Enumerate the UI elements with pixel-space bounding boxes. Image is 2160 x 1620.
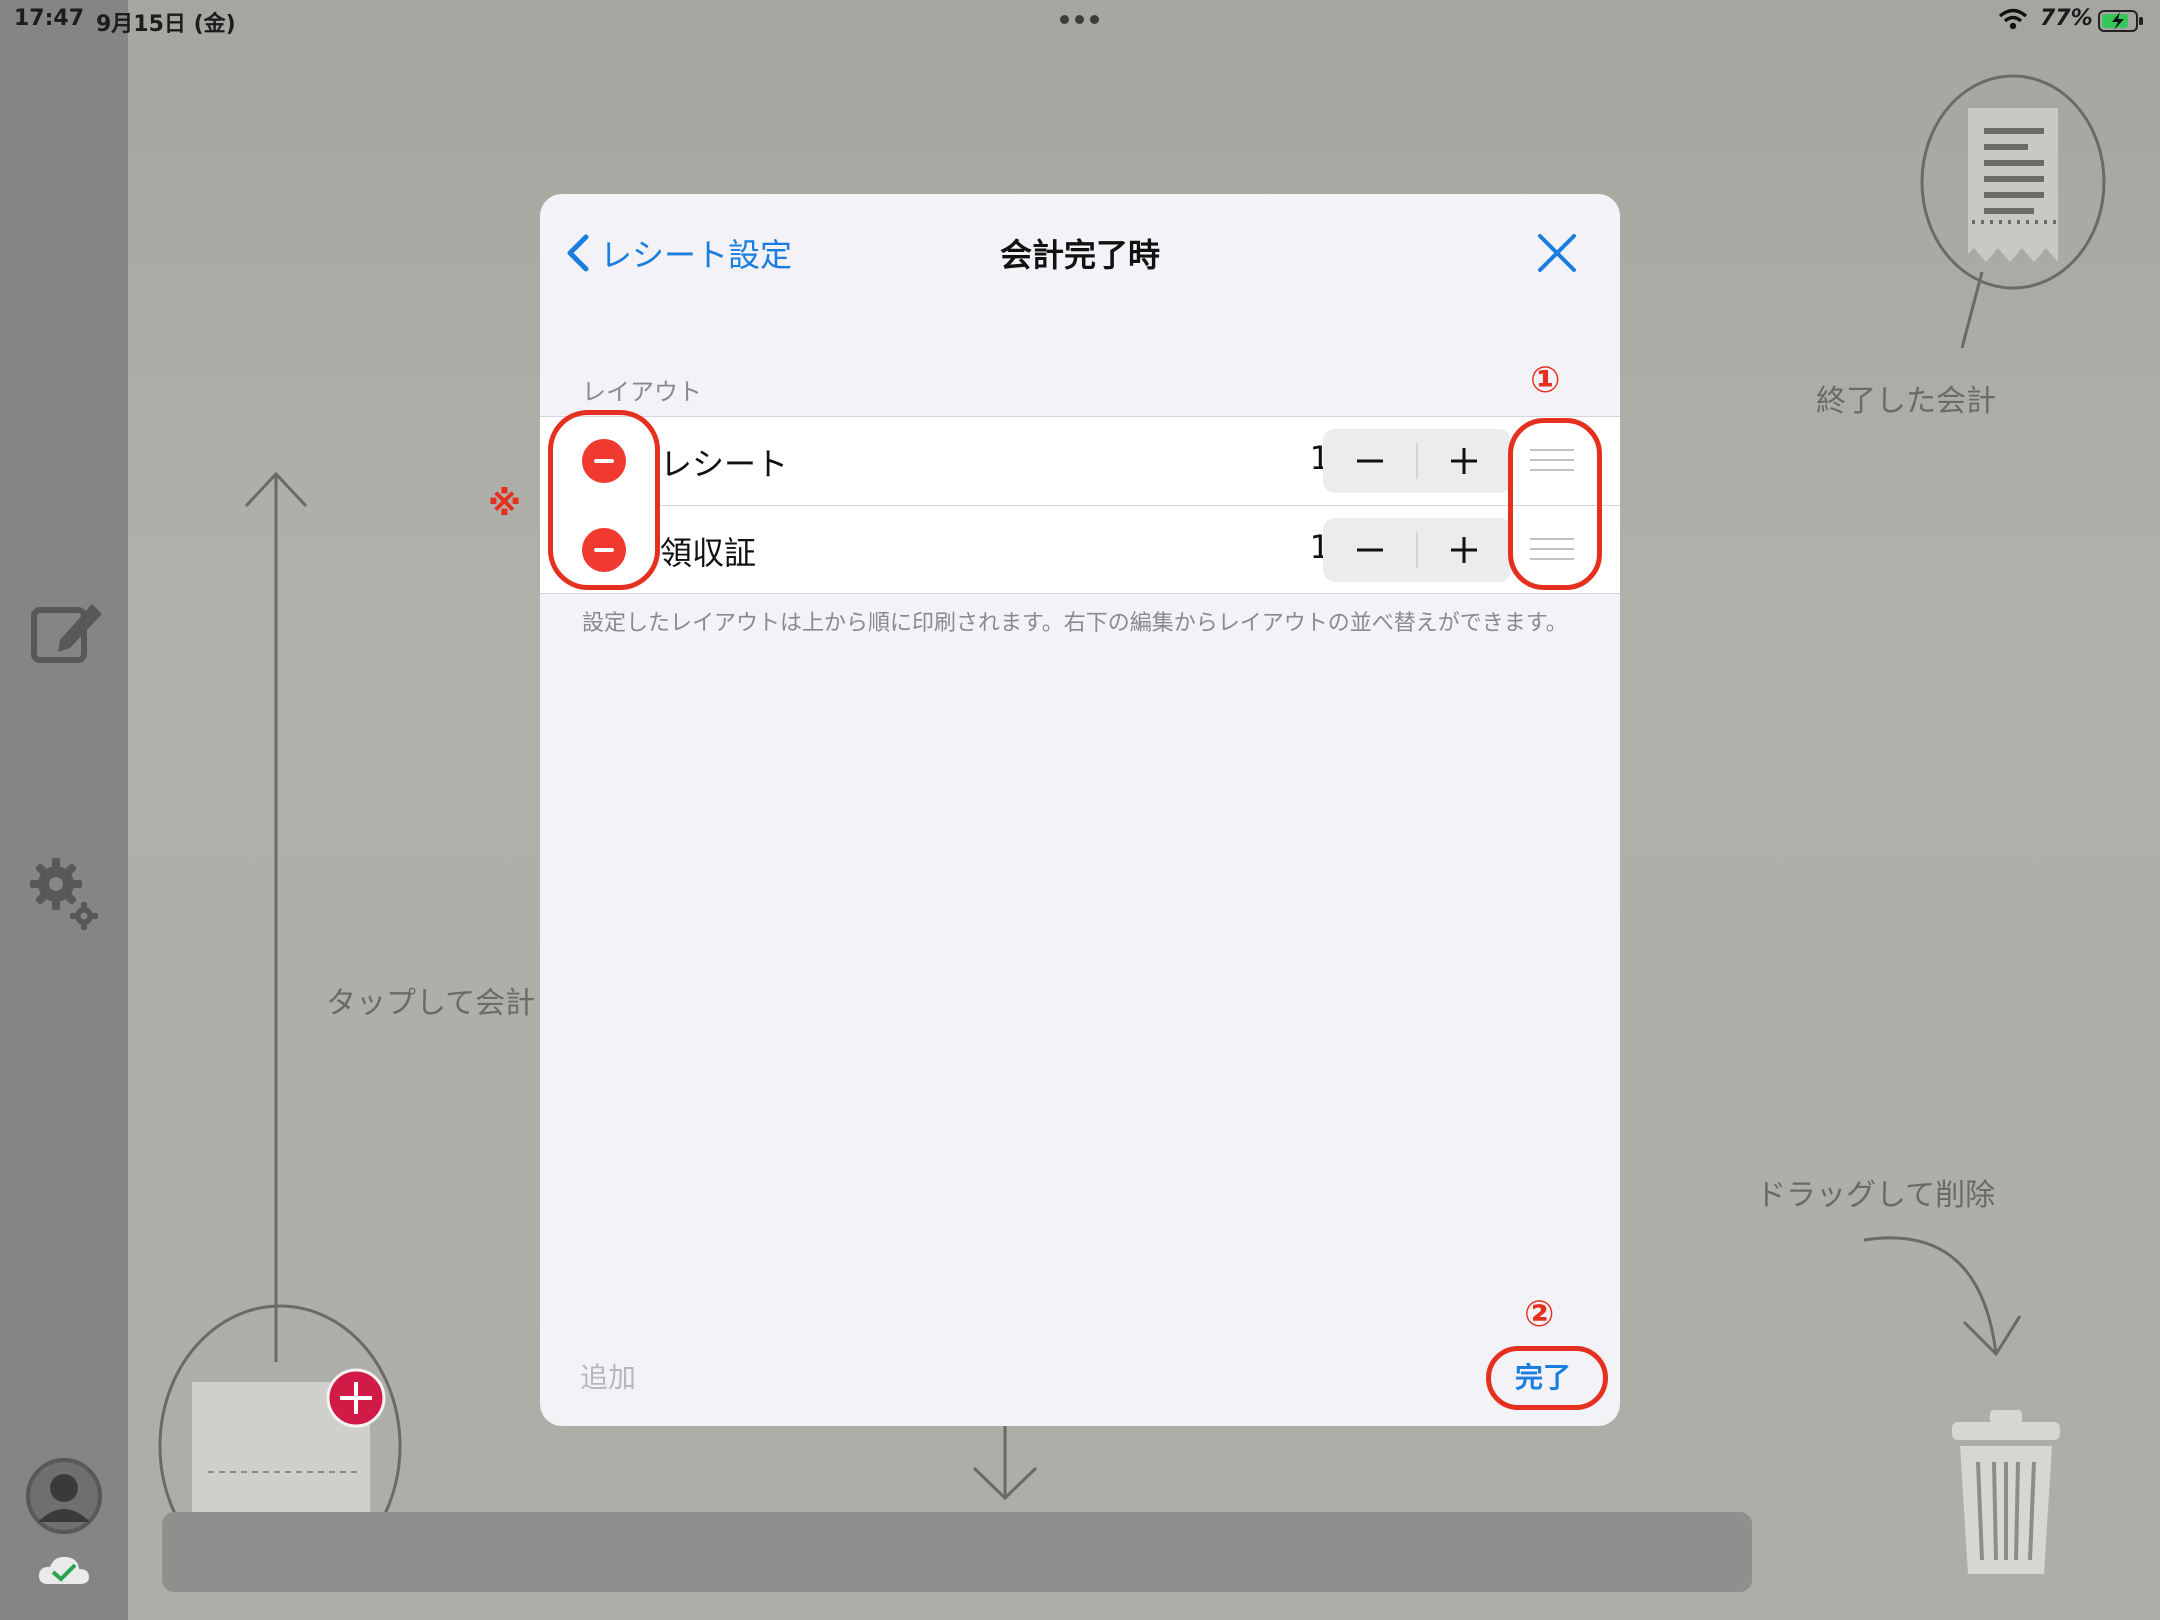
layout-list: レシート 1 領収証 1 <box>540 416 1620 594</box>
annotation-grip-highlight <box>1508 418 1602 590</box>
tap-label: タップして会計 <box>326 986 536 1021</box>
row-label: レシート <box>660 445 789 483</box>
curved-arrow-illustration <box>1863 1236 2022 1357</box>
section-header: レイアウト <box>582 378 702 406</box>
annotation-done-highlight <box>1486 1346 1608 1410</box>
annotation-delete-highlight <box>548 410 660 590</box>
stepper-plus-button[interactable] <box>1417 429 1511 493</box>
status-bar: 17:47 9月15日 (金) 77% <box>0 0 2160 40</box>
row-label: 領収証 <box>660 534 757 572</box>
add-button[interactable]: 追加 <box>580 1356 636 1396</box>
close-icon[interactable] <box>1532 228 1582 278</box>
row-count: 1 <box>1309 528 1330 566</box>
avatar-icon[interactable] <box>24 1456 104 1536</box>
annotation-marker-1: ① <box>1530 360 1561 401</box>
trash-icon[interactable] <box>1948 1408 2064 1578</box>
layout-settings-modal: レシート設定 会計完了時 レイアウト レシート 1 領収証 1 設定したレイアウ… <box>540 194 1620 1426</box>
cloud-sync-icon <box>38 1556 89 1584</box>
down-arrow-illustration <box>972 1426 1038 1501</box>
battery-charging-icon <box>2098 10 2143 32</box>
modal-title: 会計完了時 <box>999 236 1160 274</box>
list-item: 領収証 1 <box>540 506 1620 594</box>
quantity-stepper <box>1323 429 1511 493</box>
multitasking-dots-icon[interactable] <box>1058 6 1102 32</box>
battery-percent: 77% <box>2040 6 2093 31</box>
annotation-note-mark: ※ <box>488 484 522 524</box>
status-time: 17:47 <box>14 6 85 31</box>
stepper-plus-button[interactable] <box>1417 518 1511 582</box>
up-arrow-illustration <box>244 471 308 1362</box>
stepper-minus-button[interactable] <box>1323 518 1417 582</box>
finished-label: 終了した会計 <box>1816 384 1996 419</box>
quantity-stepper <box>1323 518 1511 582</box>
wifi-icon <box>1998 8 2028 30</box>
list-item: レシート 1 <box>540 417 1620 506</box>
annotation-marker-2: ② <box>1524 1294 1555 1335</box>
bottom-tray <box>162 1512 1752 1592</box>
finished-receipt-illustration[interactable] <box>1918 72 2108 354</box>
footnote: 設定したレイアウトは上から順に印刷されます。右下の編集からレイアウトの並べ替えが… <box>582 611 1568 636</box>
stepper-minus-button[interactable] <box>1323 429 1417 493</box>
settings-gear-icon[interactable] <box>28 856 102 930</box>
drag-label: ドラッグして削除 <box>1756 1178 1996 1213</box>
sidebar <box>0 0 128 1620</box>
row-count: 1 <box>1309 439 1330 477</box>
status-date: 9月15日 (金) <box>96 12 236 37</box>
compose-icon[interactable] <box>30 596 106 666</box>
